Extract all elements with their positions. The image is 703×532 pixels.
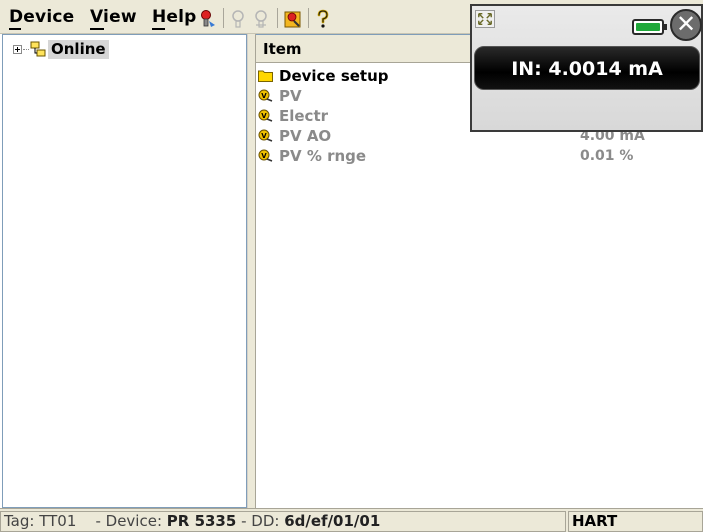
menu-help[interactable]: Help bbox=[152, 7, 197, 27]
battery-level-fill bbox=[636, 23, 660, 31]
variable-icon: V bbox=[258, 149, 273, 162]
input-reading-display: IN: 4.0014 mA bbox=[474, 46, 700, 90]
tree-pane: Online bbox=[2, 34, 247, 508]
menu-help-accelerator bbox=[152, 28, 165, 30]
disabled-icon-2[interactable] bbox=[253, 9, 271, 29]
list-item-label: Device setup bbox=[279, 67, 389, 85]
status-tag-value: TT01 bbox=[39, 512, 77, 530]
menu-view-accelerator bbox=[90, 28, 104, 30]
menu-device-accelerator bbox=[9, 28, 21, 30]
folder-icon bbox=[258, 70, 273, 82]
measurement-overlay: ✕ IN: 4.0014 mA bbox=[470, 4, 703, 132]
list-item-label: Electr bbox=[279, 107, 329, 125]
status-protocol: HART bbox=[568, 511, 703, 532]
tree-item-label: Online bbox=[48, 39, 109, 59]
list-item-value: 0.01 % bbox=[580, 148, 634, 164]
expand-arrows-icon[interactable] bbox=[475, 10, 495, 28]
variable-icon: V bbox=[258, 129, 273, 142]
battery-tip bbox=[664, 24, 667, 30]
tree-item-online[interactable]: Online bbox=[13, 39, 109, 59]
list-item-label: PV % rnge bbox=[279, 147, 367, 165]
network-icon bbox=[30, 41, 46, 57]
variable-icon: V bbox=[258, 89, 273, 102]
device-properties-icon[interactable] bbox=[199, 9, 217, 29]
column-header-item[interactable]: Item bbox=[263, 40, 302, 58]
menu-view[interactable]: View bbox=[90, 7, 137, 27]
svg-text:V: V bbox=[261, 152, 267, 160]
refresh-device-icon[interactable] bbox=[284, 9, 302, 29]
status-device-value: PR 5335 bbox=[166, 512, 237, 530]
status-device-info: Tag: TT01 - Device: PR 5335 - DD: 6d/ef/… bbox=[0, 511, 566, 532]
status-device-label: - Device: bbox=[95, 512, 163, 530]
list-item-label: PV AO bbox=[279, 127, 332, 145]
toolbar-separator bbox=[277, 8, 278, 28]
battery-icon bbox=[632, 19, 664, 35]
status-bar: Tag: TT01 - Device: PR 5335 - DD: 6d/ef/… bbox=[0, 508, 703, 532]
svg-text:V: V bbox=[261, 112, 267, 120]
expand-toggle-icon[interactable] bbox=[13, 44, 22, 54]
status-tag-label: Tag: bbox=[4, 512, 35, 530]
disabled-icon-1[interactable] bbox=[230, 9, 248, 29]
status-dd-value: 6d/ef/01/01 bbox=[284, 512, 381, 530]
svg-text:V: V bbox=[261, 132, 267, 140]
toolbar-separator bbox=[308, 8, 309, 28]
tree-connector bbox=[23, 48, 29, 50]
list-item[interactable]: V PV % rnge 0.01 % bbox=[256, 146, 703, 166]
close-icon[interactable]: ✕ bbox=[670, 9, 702, 41]
pane-splitter[interactable] bbox=[247, 34, 256, 508]
help-question-icon[interactable] bbox=[314, 9, 332, 29]
list-item-label: PV bbox=[279, 87, 302, 105]
status-dd-label: - DD: bbox=[241, 512, 280, 530]
toolbar-separator bbox=[223, 8, 224, 28]
menu-device[interactable]: Device bbox=[9, 7, 74, 27]
svg-text:V: V bbox=[261, 92, 267, 100]
variable-icon: V bbox=[258, 109, 273, 122]
